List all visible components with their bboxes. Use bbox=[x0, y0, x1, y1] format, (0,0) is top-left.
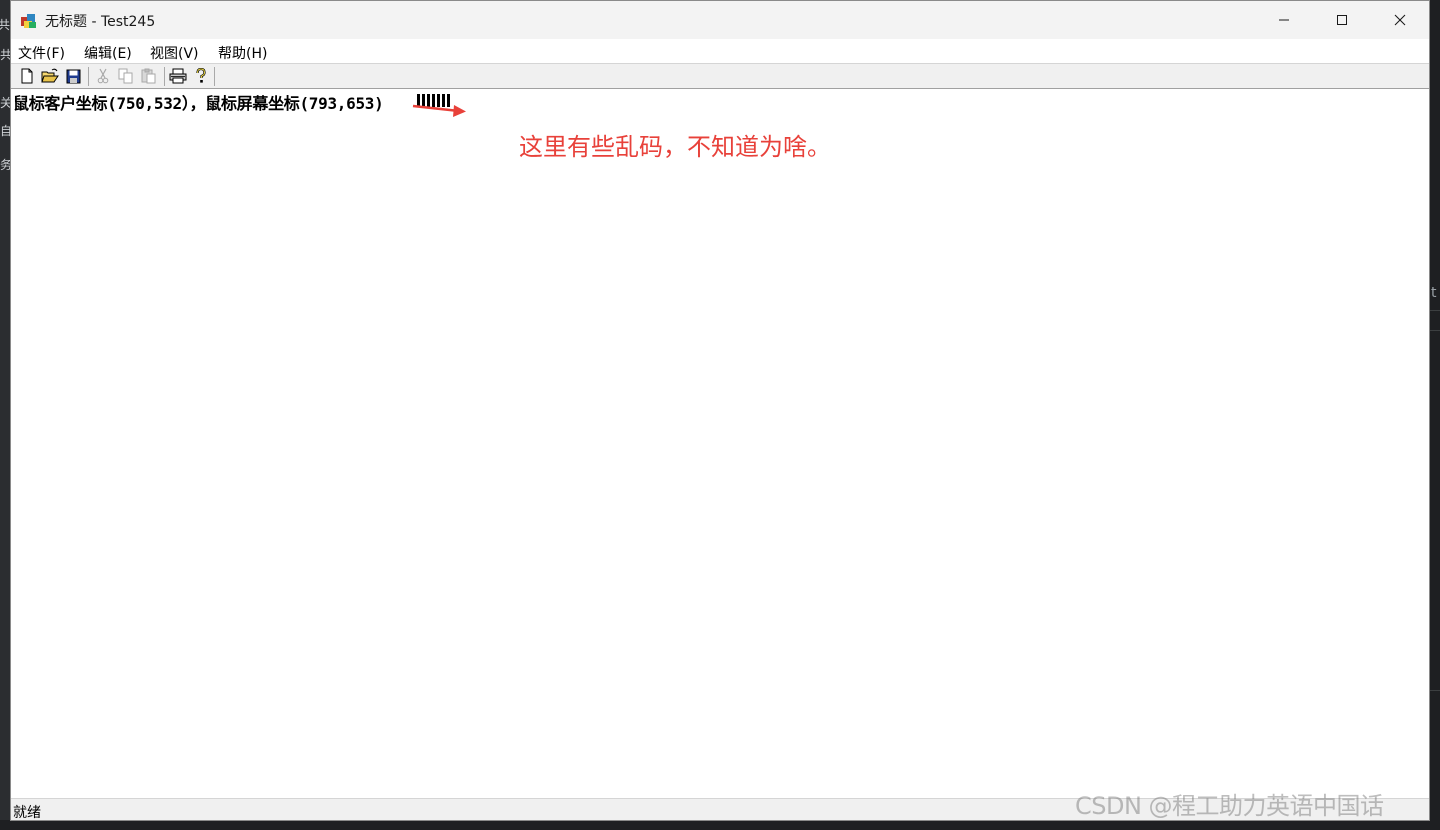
menu-edit[interactable]: 编辑(E) bbox=[84, 43, 132, 63]
mouse-coordinates-text: 鼠标客户坐标(750,532），鼠标屏幕坐标(793,653) bbox=[13, 94, 384, 113]
toolbar bbox=[11, 63, 1429, 89]
background-glyph: t bbox=[1431, 285, 1437, 301]
help-button[interactable] bbox=[191, 67, 211, 85]
client-area[interactable]: 鼠标客户坐标(750,532），鼠标屏幕坐标(793,653) 这里有些乱码，不… bbox=[11, 89, 1429, 798]
divider bbox=[1430, 330, 1440, 331]
menu-help[interactable]: 帮助(H) bbox=[218, 43, 267, 63]
paste-icon bbox=[141, 68, 156, 84]
save-button[interactable] bbox=[63, 67, 83, 85]
cut-icon bbox=[97, 68, 109, 84]
minimize-icon bbox=[1279, 19, 1289, 21]
save-icon bbox=[66, 69, 80, 83]
app-icon bbox=[21, 14, 36, 28]
maximize-button[interactable] bbox=[1313, 1, 1371, 39]
background-right-panel: t bbox=[1430, 0, 1440, 830]
new-button[interactable] bbox=[17, 67, 37, 85]
background-bottom-strip bbox=[0, 820, 1440, 830]
background-left-panel: 共 共 关 自 务 bbox=[0, 0, 12, 830]
window-title: 无标题 - Test245 bbox=[45, 14, 156, 30]
divider bbox=[1430, 690, 1440, 691]
print-button[interactable] bbox=[168, 67, 188, 85]
annotation-arrow-icon bbox=[412, 104, 466, 117]
print-icon bbox=[169, 68, 187, 84]
toolbar-separator bbox=[214, 67, 215, 86]
close-button[interactable] bbox=[1371, 1, 1429, 39]
background-glyph: 共 bbox=[0, 18, 11, 32]
copy-icon bbox=[118, 68, 133, 84]
annotation-text: 这里有些乱码，不知道为啥。 bbox=[519, 133, 831, 161]
open-folder-icon bbox=[41, 68, 59, 83]
copy-button[interactable] bbox=[116, 67, 136, 85]
close-icon bbox=[1394, 14, 1406, 26]
cut-button[interactable] bbox=[93, 67, 113, 85]
menu-bar: 文件(F) 编辑(E) 视图(V) 帮助(H) bbox=[11, 39, 1429, 63]
menu-file[interactable]: 文件(F) bbox=[18, 43, 65, 63]
help-icon bbox=[196, 68, 206, 83]
title-bar[interactable]: 无标题 - Test245 bbox=[11, 1, 1429, 39]
minimize-button[interactable] bbox=[1255, 1, 1313, 39]
divider bbox=[1430, 310, 1440, 311]
toolbar-separator bbox=[88, 67, 89, 86]
open-button[interactable] bbox=[40, 67, 60, 85]
watermark: CSDN @程工助力英语中国话 bbox=[1075, 792, 1384, 820]
paste-button[interactable] bbox=[139, 67, 159, 85]
app-window: 无标题 - Test245 文件(F) 编辑(E) 视图(V) 帮助(H) 鼠标… bbox=[10, 0, 1430, 821]
maximize-icon bbox=[1337, 15, 1347, 25]
new-file-icon bbox=[21, 68, 33, 84]
menu-view[interactable]: 视图(V) bbox=[150, 43, 199, 63]
toolbar-separator bbox=[164, 67, 165, 86]
status-text: 就绪 bbox=[13, 805, 41, 821]
